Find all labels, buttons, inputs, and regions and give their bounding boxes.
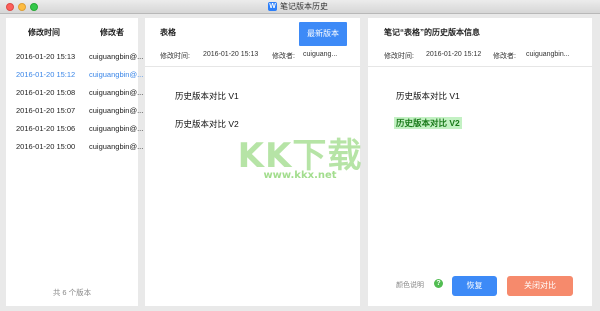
modified-by-label: 修改者: — [493, 53, 516, 60]
history-row-time: 2016-01-20 15:07 — [16, 106, 76, 115]
modified-by-value: cuiguangbin... — [526, 51, 570, 58]
modified-by-label: 修改者: — [272, 53, 295, 60]
app-icon: W — [268, 2, 277, 11]
modified-time-value: 2016-01-20 15:13 — [203, 51, 259, 58]
history-row[interactable]: 2016-01-20 15:00 cuiguangbin@... — [6, 138, 143, 156]
help-icon[interactable]: ? — [434, 279, 443, 288]
content-line-added: 历史版本对比 V2 — [394, 117, 462, 129]
history-row-author: cuiguangbin@... — [89, 106, 144, 115]
history-row-author: cuiguangbin@... — [89, 70, 144, 79]
divider — [368, 66, 592, 67]
history-info-title: 笔记“表格”的历史版本信息 — [384, 28, 480, 37]
column-header-time: 修改时间 — [28, 28, 60, 37]
column-header-author: 修改者 — [100, 28, 124, 37]
note-title: 表格 — [160, 28, 176, 37]
version-history-panel: 修改时间 修改者 2016-01-20 15:13 cuiguangbin@..… — [6, 18, 143, 306]
content-line: 历史版本对比 V1 — [175, 91, 239, 101]
history-row[interactable]: 2016-01-20 15:06 cuiguangbin@... — [6, 120, 143, 138]
history-row-time: 2016-01-20 15:13 — [16, 52, 76, 61]
modified-time-value: 2016-01-20 15:12 — [426, 51, 482, 58]
latest-version-tab[interactable]: 最新版本 — [299, 22, 347, 46]
history-row-author: cuiguangbin@... — [89, 88, 144, 97]
modified-time-label: 修改时间: — [384, 53, 414, 60]
close-window-button[interactable] — [6, 3, 14, 11]
latest-version-panel: 表格 最新版本 修改时间: 2016-01-20 15:13 修改者: cuig… — [145, 18, 360, 306]
content-line: 历史版本对比 V2 — [175, 119, 239, 129]
history-row-time: 2016-01-20 15:12 — [16, 70, 76, 79]
close-compare-button[interactable]: 关闭对比 — [507, 276, 573, 296]
maximize-window-button[interactable] — [30, 3, 38, 11]
restore-button[interactable]: 恢复 — [452, 276, 497, 296]
history-row-author: cuiguangbin@... — [89, 142, 144, 151]
history-row-author: cuiguangbin@... — [89, 124, 144, 133]
history-version-panel: 笔记“表格”的历史版本信息 修改时间: 2016-01-20 15:12 修改者… — [368, 18, 592, 306]
history-row-author: cuiguangbin@... — [89, 52, 144, 61]
version-count: 共 6 个版本 — [52, 288, 92, 297]
history-row-time: 2016-01-20 15:06 — [16, 124, 76, 133]
history-row[interactable]: 2016-01-20 15:07 cuiguangbin@... — [6, 102, 143, 120]
history-row-time: 2016-01-20 15:08 — [16, 88, 76, 97]
divider — [145, 66, 360, 67]
content-line: 历史版本对比 V1 — [396, 91, 460, 101]
history-row[interactable]: 2016-01-20 15:13 cuiguangbin@... — [6, 48, 143, 66]
window-title: 笔记版本历史 — [280, 2, 328, 11]
history-row-time: 2016-01-20 15:00 — [16, 142, 76, 151]
minimize-window-button[interactable] — [18, 3, 26, 11]
history-row-selected[interactable]: 2016-01-20 15:12 cuiguangbin@... — [6, 66, 143, 84]
modified-time-label: 修改时间: — [160, 53, 190, 60]
title-bar: W 笔记版本历史 — [0, 0, 600, 14]
history-row[interactable]: 2016-01-20 15:08 cuiguangbin@... — [6, 84, 143, 102]
modified-by-value: cuiguang... — [303, 51, 338, 58]
color-legend-label: 颜色说明 — [396, 282, 424, 289]
